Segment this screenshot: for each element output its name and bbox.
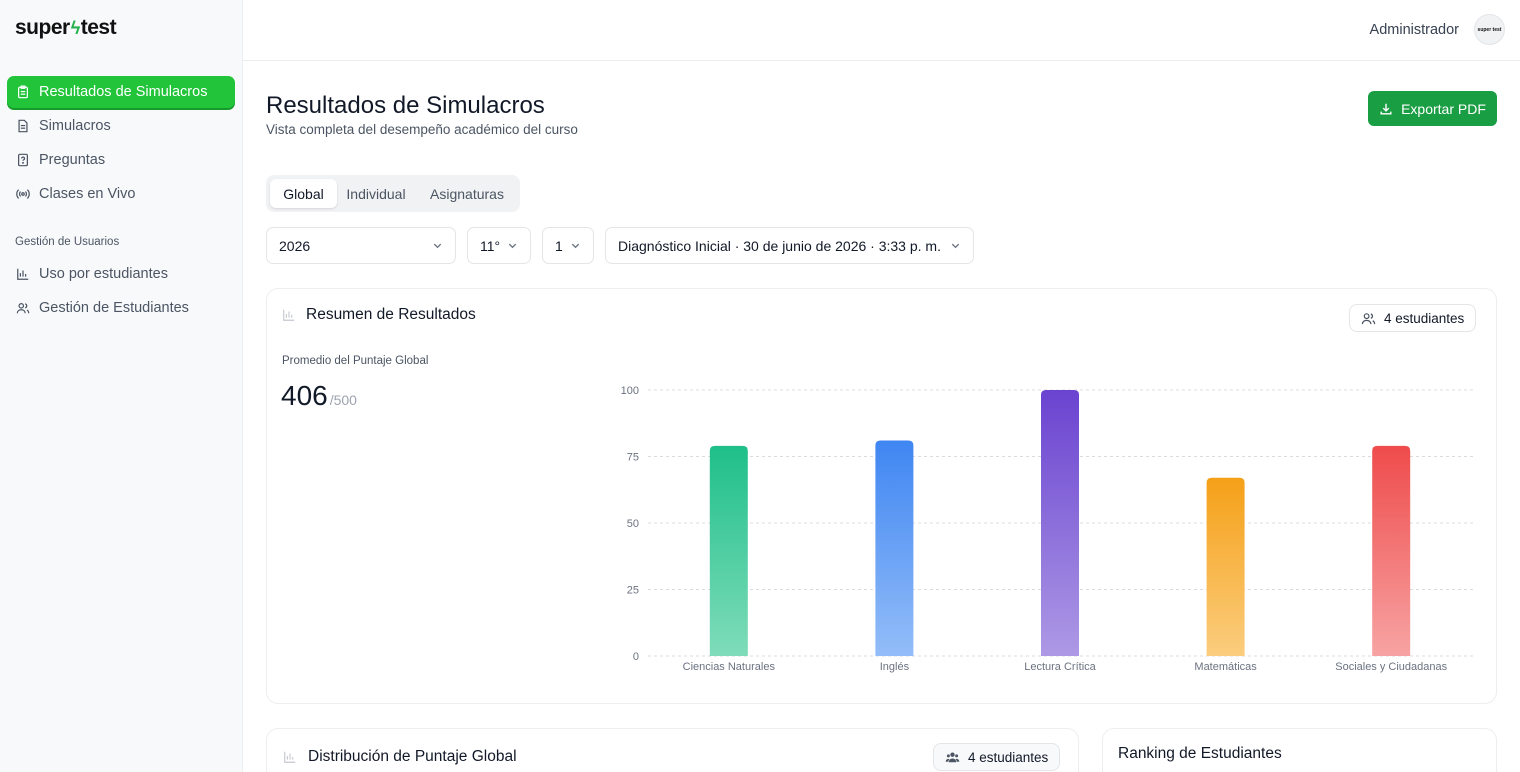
students-badge[interactable]: 4 estudiantes (1349, 304, 1477, 332)
sidebar-item-label: Simulacros (39, 118, 111, 134)
sidebar: super ϟ test Resultados de Simulacros Simu… (0, 0, 243, 772)
exam-select[interactable]: Diagnóstico Inicial · 30 de junio de 202… (605, 227, 974, 264)
top-bar: Administrador super test (243, 0, 1520, 61)
page-subtitle: Vista completa del desempeño académico d… (266, 122, 578, 137)
results-bar-chart: 0 25 50 75 100 Ciencias Naturales Inglés Lectur… (621, 385, 1476, 673)
users-icon (945, 752, 960, 762)
sidebar-item-label: Preguntas (39, 152, 106, 168)
sidebar-item-label: Gestión de Estudiantes (39, 300, 189, 316)
clipboard-icon (18, 85, 28, 99)
group-value: 1 (555, 237, 563, 254)
download-icon (1380, 103, 1392, 115)
year-value: 2026 (279, 237, 311, 254)
brand-name-left: super (15, 16, 70, 39)
sidebar-item-preguntas[interactable]: Preguntas (7, 144, 235, 176)
bar-ciencias-naturales[interactable] (709, 445, 748, 656)
group-select[interactable]: 1 (542, 227, 594, 264)
bar-sociales-y-ciudadanas[interactable] (1372, 445, 1411, 656)
tab-individual[interactable]: Individual (339, 179, 413, 208)
y-tick-label: 50 (627, 518, 639, 530)
chevron-down-icon (571, 243, 580, 249)
user-name[interactable]: Administrador (1370, 22, 1459, 38)
chart-icon (283, 309, 295, 321)
y-tick-label: 75 (627, 452, 639, 464)
export-pdf-button[interactable]: Exportar PDF (1368, 91, 1497, 126)
chevron-down-icon (433, 243, 442, 249)
y-tick-label: 100 (621, 385, 639, 397)
chevron-down-icon (951, 243, 960, 249)
bar-ingl-s[interactable] (875, 440, 914, 656)
y-tick-label: 0 (633, 651, 639, 663)
distribution-title: Distribución de Puntaje Global (308, 748, 517, 765)
broadcast-icon (16, 189, 30, 199)
x-tick-label: Sociales y Ciudadanas (1335, 661, 1447, 673)
metric-value-container: 406/500 (281, 380, 357, 412)
sidebar-section-title: Gestión de Usuarios (15, 236, 120, 248)
distribution-students-count: 4 estudiantes (968, 749, 1049, 765)
sidebar-item-uso[interactable]: Uso por estudiantes (7, 258, 235, 290)
x-tick-label: Ciencias Naturales (683, 661, 776, 673)
distribution-students-badge[interactable]: 4 estudiantes (933, 743, 1061, 771)
tab-global[interactable]: Global (270, 179, 337, 208)
x-tick-label: Lectura Crítica (1024, 661, 1096, 673)
sidebar-item-simulacros[interactable]: Simulacros (7, 110, 235, 142)
bar-lectura-cr-tica[interactable] (1041, 390, 1079, 656)
bar-matem-ticas[interactable] (1206, 477, 1245, 656)
ranking-title: Ranking de Estudiantes (1118, 745, 1282, 762)
avatar[interactable]: super test (1474, 14, 1505, 45)
metric-value: 406 (281, 380, 328, 411)
x-tick-label: Inglés (880, 661, 910, 673)
tab-asignaturas[interactable]: Asignaturas (418, 179, 516, 208)
export-pdf-label: Exportar PDF (1401, 100, 1486, 117)
sidebar-item-label: Clases en Vivo (39, 186, 136, 202)
page-title: Resultados de Simulacros (266, 92, 545, 119)
question-file-icon (18, 153, 28, 167)
summary-title: Resumen de Resultados (306, 306, 476, 323)
grade-select[interactable]: 11° (467, 227, 531, 264)
document-icon (18, 119, 28, 133)
sidebar-item-clases[interactable]: Clases en Vivo (7, 178, 235, 210)
metric-label: Promedio del Puntaje Global (282, 355, 429, 367)
users-icon (16, 303, 30, 314)
chevron-down-icon (508, 243, 517, 249)
sidebar-item-label: Resultados de Simulacros (39, 84, 208, 100)
sidebar-item-resultados[interactable]: Resultados de Simulacros (7, 76, 235, 108)
exam-value: Diagnóstico Inicial · 30 de junio de 202… (618, 237, 941, 254)
view-tabs: Global Individual Asignaturas (266, 175, 520, 212)
brand-name-right: test (80, 16, 117, 39)
chart-icon (284, 751, 296, 763)
sidebar-item-estudiantes[interactable]: Gestión de Estudiantes (7, 292, 235, 324)
y-tick-label: 25 (627, 585, 639, 597)
students-count: 4 estudiantes (1384, 310, 1465, 326)
sidebar-item-label: Uso por estudiantes (39, 266, 168, 282)
metric-max: /500 (329, 392, 357, 408)
year-select[interactable]: 2026 (266, 227, 456, 264)
users-icon (1361, 312, 1376, 324)
brand-logo[interactable]: super ϟ test (15, 16, 117, 40)
grade-value: 11° (480, 237, 501, 254)
x-tick-label: Matemáticas (1194, 661, 1257, 673)
bolt-icon: ϟ (70, 17, 81, 38)
bar-chart-icon (17, 268, 29, 280)
